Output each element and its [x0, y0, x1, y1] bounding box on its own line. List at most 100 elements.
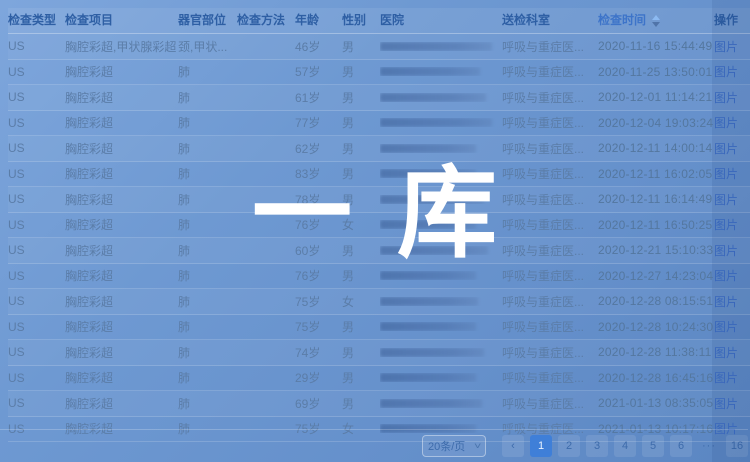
cell-gender: 男: [342, 38, 380, 55]
cell-hospital: [380, 220, 502, 229]
page-size-select[interactable]: 20条/页 ˅: [422, 435, 486, 457]
cell-time: 2020-12-11 16:02:05: [598, 167, 714, 181]
page-button-4[interactable]: 4: [614, 435, 636, 457]
cell-type: US: [8, 294, 65, 308]
redacted-hospital-bar: [380, 348, 484, 357]
cell-type: US: [8, 396, 65, 410]
table-row[interactable]: US胸腔彩超肺61岁男呼吸与重症医...2020-12-01 11:14:21图…: [8, 85, 750, 111]
cell-hospital: [380, 322, 502, 331]
page-button-6[interactable]: 6: [670, 435, 692, 457]
cell-hospital: [380, 169, 502, 178]
cell-type: US: [8, 39, 65, 53]
page-button-2[interactable]: 2: [558, 435, 580, 457]
image-link[interactable]: 图片: [714, 40, 738, 54]
cell-item: 胸腔彩超: [65, 369, 178, 386]
image-link[interactable]: 图片: [714, 371, 738, 385]
image-link[interactable]: 图片: [714, 320, 738, 334]
table-row[interactable]: US胸腔彩超肺57岁男呼吸与重症医...2020-11-25 13:50:01图…: [8, 60, 750, 86]
redacted-hospital-bar: [380, 399, 482, 408]
cell-time: 2020-12-28 11:38:11: [598, 345, 714, 359]
page-button-5[interactable]: 5: [642, 435, 664, 457]
image-link[interactable]: 图片: [714, 269, 738, 283]
chevron-down-icon: ˅: [474, 441, 481, 451]
table-row[interactable]: US胸腔彩超肺60岁男呼吸与重症医...2020-12-21 15:10:33图…: [8, 238, 750, 264]
cell-age: 75岁: [295, 318, 342, 335]
page-button-last[interactable]: 16: [726, 435, 748, 457]
table-row[interactable]: US胸腔彩超肺77岁男呼吸与重症医...2020-12-04 19:03:24图…: [8, 111, 750, 137]
cell-dept: 呼吸与重症医...: [502, 216, 598, 233]
table-row[interactable]: US胸腔彩超肺76岁男呼吸与重症医...2020-12-27 14:23:04图…: [8, 264, 750, 290]
cell-dept: 呼吸与重症医...: [502, 165, 598, 182]
column-header-type[interactable]: 检查类型: [8, 8, 65, 33]
cell-action: 图片: [714, 369, 750, 386]
image-link[interactable]: 图片: [714, 193, 738, 207]
table-row[interactable]: US胸腔彩超肺29岁男呼吸与重症医...2020-12-28 16:45:16图…: [8, 366, 750, 392]
table-row[interactable]: US胸腔彩超肺74岁男呼吸与重症医...2020-12-28 11:38:11图…: [8, 340, 750, 366]
cell-hospital: [380, 246, 502, 255]
table-row[interactable]: US胸腔彩超肺75岁女呼吸与重症医...2020-12-28 08:15:51图…: [8, 289, 750, 315]
cell-action: 图片: [714, 293, 750, 310]
cell-action: 图片: [714, 395, 750, 412]
more-pages-ellipsis[interactable]: ···: [698, 435, 720, 457]
cell-action: 图片: [714, 140, 750, 157]
cell-gender: 男: [342, 318, 380, 335]
cell-item: 胸腔彩超: [65, 140, 178, 157]
page-button-1[interactable]: 1: [530, 435, 552, 457]
table-row[interactable]: US胸腔彩超肺83岁男呼吸与重症医...2020-12-11 16:02:05图…: [8, 162, 750, 188]
image-link[interactable]: 图片: [714, 295, 738, 309]
table-row[interactable]: US胸腔彩超肺76岁女呼吸与重症医...2020-12-11 16:50:25图…: [8, 213, 750, 239]
cell-age: 83岁: [295, 165, 342, 182]
cell-item: 胸腔彩超: [65, 242, 178, 259]
cell-hospital: [380, 399, 502, 408]
image-link[interactable]: 图片: [714, 244, 738, 258]
image-link[interactable]: 图片: [714, 91, 738, 105]
cell-item: 胸腔彩超: [65, 395, 178, 412]
redacted-hospital-bar: [380, 373, 476, 382]
cell-gender: 男: [342, 267, 380, 284]
cell-type: US: [8, 65, 65, 79]
column-header-method[interactable]: 检查方法: [237, 8, 295, 33]
column-header-time[interactable]: 检查时间: [598, 8, 714, 33]
cell-organ: 肺: [178, 216, 237, 233]
cell-type: US: [8, 243, 65, 257]
cell-time: 2020-12-27 14:23:04: [598, 269, 714, 283]
image-link[interactable]: 图片: [714, 167, 738, 181]
prev-page-button[interactable]: ‹: [502, 435, 524, 457]
cell-gender: 男: [342, 191, 380, 208]
column-header-age[interactable]: 年龄: [295, 8, 342, 33]
image-link[interactable]: 图片: [714, 397, 738, 411]
cell-age: 60岁: [295, 242, 342, 259]
column-header-gender[interactable]: 性别: [342, 8, 380, 33]
image-link[interactable]: 图片: [714, 116, 738, 130]
column-header-hospital[interactable]: 医院: [380, 8, 502, 33]
cell-age: 57岁: [295, 63, 342, 80]
cell-age: 78岁: [295, 191, 342, 208]
image-link[interactable]: 图片: [714, 65, 738, 79]
cell-action: 图片: [714, 165, 750, 182]
table-row[interactable]: US胸腔彩超肺78岁男呼吸与重症医...2020-12-11 16:14:49图…: [8, 187, 750, 213]
sort-ascending-icon[interactable]: [652, 15, 660, 27]
cell-dept: 呼吸与重症医...: [502, 140, 598, 157]
cell-type: US: [8, 371, 65, 385]
table-row[interactable]: US胸腔彩超肺62岁男呼吸与重症医...2020-12-11 14:00:14图…: [8, 136, 750, 162]
cell-dept: 呼吸与重症医...: [502, 89, 598, 106]
cell-organ: 肺: [178, 191, 237, 208]
table-row[interactable]: US胸腔彩超,甲状腺彩超颈,甲状...46岁男呼吸与重症医...2020-11-…: [8, 34, 750, 60]
table-row[interactable]: US胸腔彩超肺75岁男呼吸与重症医...2020-12-28 10:24:30图…: [8, 315, 750, 341]
image-link[interactable]: 图片: [714, 218, 738, 232]
cell-hospital: [380, 93, 502, 102]
column-header-action[interactable]: 操作: [714, 8, 750, 33]
cell-item: 胸腔彩超: [65, 89, 178, 106]
column-header-item[interactable]: 检查项目: [65, 8, 178, 33]
cell-time: 2020-12-11 14:00:14: [598, 141, 714, 155]
image-link[interactable]: 图片: [714, 346, 738, 360]
table-row[interactable]: US胸腔彩超肺69岁男呼吸与重症医...2021-01-13 08:35:05图…: [8, 391, 750, 417]
cell-organ: 肺: [178, 293, 237, 310]
cell-hospital: [380, 118, 502, 127]
column-header-dept[interactable]: 送检科室: [502, 8, 598, 33]
cell-item: 胸腔彩超: [65, 293, 178, 310]
image-link[interactable]: 图片: [714, 142, 738, 156]
page-button-3[interactable]: 3: [586, 435, 608, 457]
column-header-organ[interactable]: 器官部位: [178, 8, 237, 33]
cell-time: 2020-12-28 08:15:51: [598, 294, 714, 308]
